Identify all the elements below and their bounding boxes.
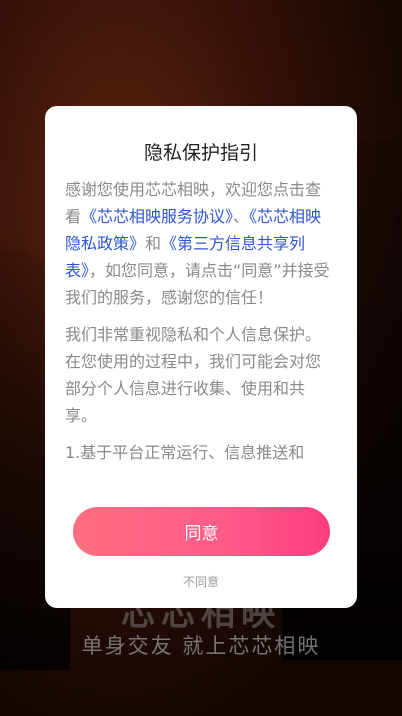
service-agreement-link[interactable]: 《芯芯相映服务协议》 [81, 207, 233, 226]
intro-paragraph: 感谢您使用芯芯相映，欢迎您点击查看《芯芯相映服务协议》、《芯芯相映隐私政策》和《… [65, 176, 335, 311]
intro-text-2: 、 [233, 207, 250, 226]
clause-paragraph: 1.基于平台正常运行、信息推送和 [65, 443, 305, 462]
dialog-title: 隐私保护指引 [143, 142, 258, 164]
intro-text-3: 和 [145, 234, 162, 253]
privacy-dialog: 隐私保护指引 感谢您使用芯芯相映，欢迎您点击查看《芯芯相映服务协议》、《芯芯相映… [45, 106, 357, 608]
brand-slogan: 单身交友 就上芯芯相映 [81, 634, 321, 658]
dialog-content[interactable]: 感谢您使用芯芯相映，欢迎您点击查看《芯芯相映服务协议》、《芯芯相映隐私政策》和《… [65, 176, 335, 562]
disagree-button[interactable]: 不同意 [45, 573, 357, 590]
agree-button[interactable]: 同意 [73, 507, 330, 556]
privacy-paragraph: 我们非常重视隐私和个人信息保护。在您使用的过程中，我们可能会对您部分个人信息进行… [65, 325, 322, 425]
intro-text-4: ，如您同意，请点击“同意”并接受我们的服务，感谢您的信任！ [65, 261, 330, 307]
